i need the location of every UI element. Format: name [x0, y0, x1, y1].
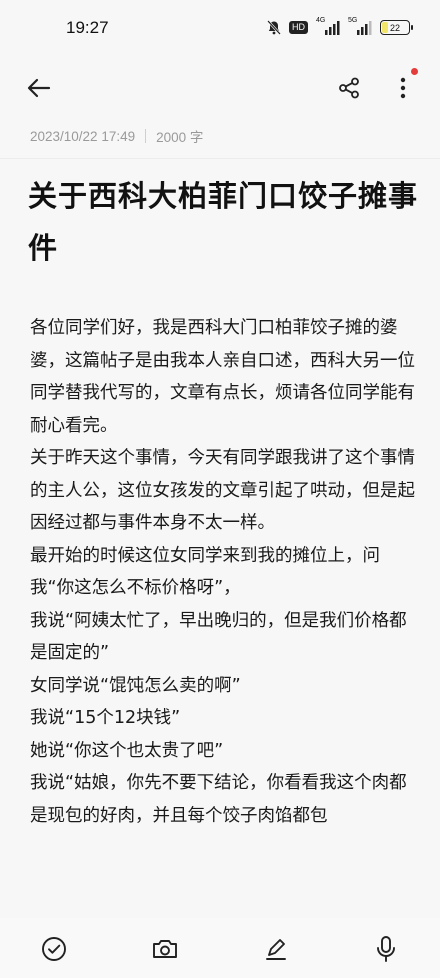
share-icon	[339, 77, 359, 99]
check-circle-icon	[42, 937, 66, 961]
battery-fill	[382, 22, 389, 33]
signal2-label: 5G	[348, 16, 358, 24]
header-divider	[0, 158, 440, 159]
status-icons: HD 4G 5G 22	[267, 17, 413, 35]
voice-input-button[interactable]	[371, 934, 401, 964]
paragraph: 女同学说“馄饨怎么卖的啊”	[30, 675, 241, 696]
signal1-label: 4G	[316, 16, 326, 24]
signal-icon: 4G	[316, 17, 340, 35]
paragraph: 关于昨天这个事情，今天有同学跟我讲了这个事情的主人公，这位女孩发的文章引起了哄动…	[30, 448, 415, 533]
meta-separator	[145, 129, 147, 143]
back-arrow-icon	[27, 78, 51, 98]
more-vertical-icon	[400, 77, 406, 99]
battery-level: 22	[389, 22, 400, 33]
paragraph: 我说“姑娘，你先不要下结论，你看看我这个肉都是现包的好肉，并且每个饺子肉馅都包	[30, 773, 407, 826]
notification-dot	[411, 68, 418, 75]
camera-icon	[153, 940, 177, 958]
bottom-toolbar	[0, 918, 440, 978]
camera-button[interactable]	[150, 934, 180, 964]
paragraph: 我说“15个12块钱”	[30, 708, 181, 728]
article-datetime: 2023/10/22 17:49	[30, 128, 136, 144]
paragraph: 我说“阿姨太忙了，早出晚归的，但是我们价格都是固定的”	[30, 610, 407, 664]
checklist-button[interactable]	[39, 934, 69, 964]
article-meta: 2023/10/22 17:49 2000 字	[30, 126, 203, 146]
status-bar: 19:27 HD 4G 5G 22	[0, 0, 440, 58]
share-button[interactable]	[334, 74, 364, 102]
back-button[interactable]	[24, 74, 54, 102]
paragraph: 她说“你这个也太贵了吧”	[30, 740, 224, 761]
paragraph: 各位同学们好，我是西科大门口柏菲饺子摊的婆婆，这篇帖子是由我本人亲自口述，西科大…	[30, 318, 415, 436]
paragraph: 最开始的时候这位女同学来到我的摊位上，问我“你这怎么不标价格呀”，	[30, 545, 380, 599]
handwriting-button[interactable]	[261, 934, 291, 964]
microphone-icon	[377, 936, 395, 962]
article-word-count: 2000 字	[156, 130, 204, 145]
battery-icon: 22	[380, 20, 413, 35]
toolbar	[0, 64, 440, 112]
more-options-button[interactable]	[388, 74, 418, 102]
status-time: 19:27	[66, 18, 109, 37]
signal-icon: 5G	[348, 17, 372, 35]
pen-icon	[266, 939, 286, 960]
article-body[interactable]: 各位同学们好，我是西科大门口柏菲饺子摊的婆婆，这篇帖子是由我本人亲自口述，西科大…	[30, 312, 415, 916]
hd-icon: HD	[289, 21, 308, 34]
mute-bell-icon	[267, 20, 281, 35]
article-title: 关于西科大柏菲门口饺子摊事件	[28, 179, 419, 265]
